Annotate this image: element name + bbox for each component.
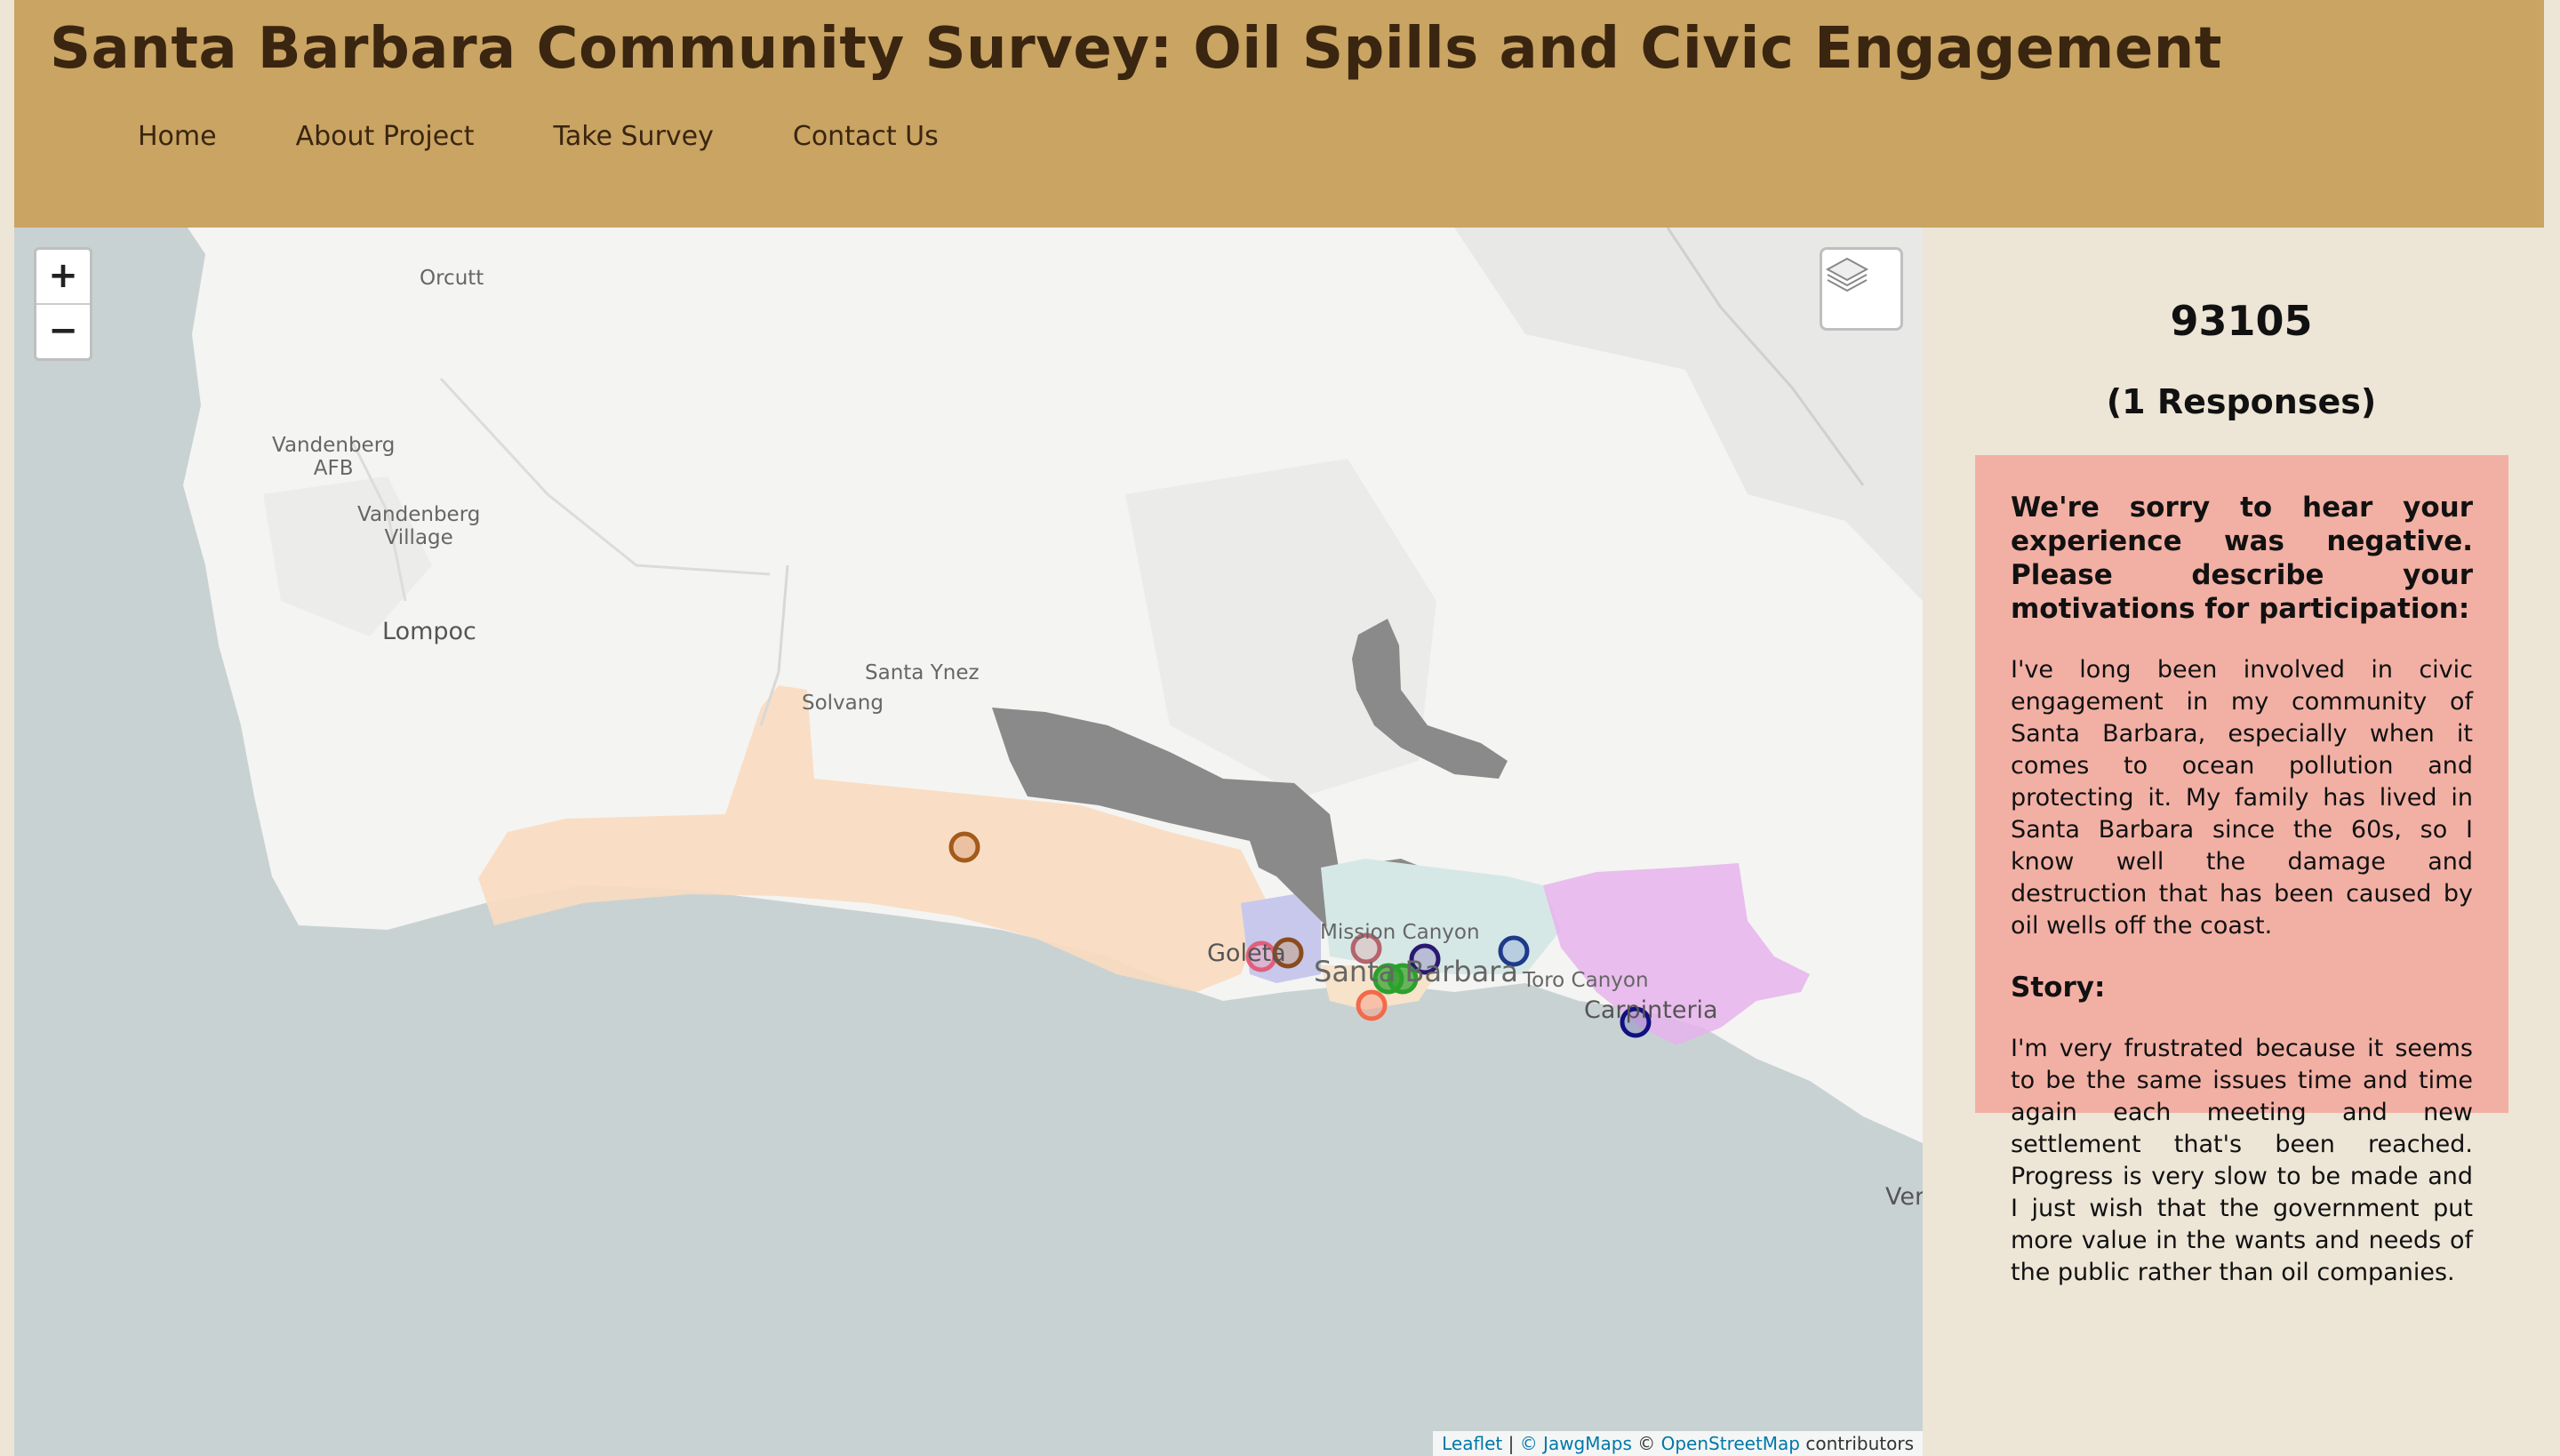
- nav-home[interactable]: Home: [138, 121, 217, 152]
- zip-code-heading: 93105: [2170, 297, 2313, 345]
- map-canvas[interactable]: [14, 228, 1923, 1456]
- response-card: We're sorry to hear your experience was …: [1975, 455, 2508, 1286]
- response-count: (1 Responses): [2106, 382, 2377, 421]
- nav-take-survey[interactable]: Take Survey: [553, 121, 713, 152]
- story-heading: Story:: [2011, 972, 2106, 1004]
- place-label-santa-barbara: Santa Barbara: [1314, 955, 1518, 988]
- place-label-solvang: Solvang: [802, 692, 884, 715]
- nav-about-project[interactable]: About Project: [296, 121, 475, 152]
- place-label-vandenberg-village: Vandenberg Village: [357, 503, 481, 549]
- nav-contact-us[interactable]: Contact Us: [793, 121, 939, 152]
- leaflet-link[interactable]: Leaflet: [1442, 1433, 1502, 1454]
- place-label-goleta: Goleta: [1207, 940, 1286, 967]
- site-header: Santa Barbara Community Survey: Oil Spil…: [14, 0, 2544, 228]
- jawg-link[interactable]: © JawgMaps: [1520, 1433, 1632, 1454]
- terrain-shade: [263, 476, 432, 636]
- main-nav: Home About Project Take Survey Contact U…: [138, 121, 1018, 152]
- place-label-santa-ynez: Santa Ynez: [865, 661, 980, 684]
- zoom-in-button[interactable]: +: [36, 250, 90, 305]
- question-heading: We're sorry to hear your experience was …: [2011, 492, 2473, 625]
- osm-prefix: ©: [1637, 1433, 1656, 1454]
- osm-link[interactable]: OpenStreetMap: [1661, 1433, 1800, 1454]
- layers-button[interactable]: [1820, 247, 1903, 331]
- place-label-mission-canyon: Mission Canyon: [1320, 921, 1480, 944]
- zoom-out-button[interactable]: −: [36, 305, 90, 358]
- layers-icon: [1825, 257, 1869, 292]
- marker: [948, 831, 980, 863]
- place-label-toro-canyon: Toro Canyon: [1523, 969, 1649, 992]
- place-label-vandenberg-afb: Vandenberg AFB: [272, 434, 396, 480]
- place-label-orcutt: Orcutt: [420, 267, 484, 290]
- map-attribution: Leaflet | © JawgMaps © OpenStreetMap con…: [1433, 1431, 1923, 1456]
- place-label-lompoc: Lompoc: [382, 618, 476, 645]
- attribution-suffix: contributors: [1805, 1433, 1914, 1454]
- place-label-ventura: Ver: [1885, 1183, 1923, 1211]
- page-title: Santa Barbara Community Survey: Oil Spil…: [50, 16, 2222, 82]
- place-label-carpinteria: Carpinteria: [1584, 996, 1718, 1024]
- survey-map[interactable]: Orcutt Vandenberg AFB Vandenberg Village…: [14, 228, 1923, 1456]
- zoom-control: + −: [34, 247, 92, 361]
- terrain-shade: [992, 228, 1923, 601]
- question-answer: I've long been involved in civic engagem…: [2011, 656, 2473, 940]
- road: [439, 377, 771, 576]
- story-answer: I'm very frustrated because it seems to …: [2011, 1035, 2473, 1286]
- response-sidebar: 93105 (1 Responses) We're sorry to hear …: [1923, 228, 2560, 1456]
- marker: [1356, 989, 1388, 1021]
